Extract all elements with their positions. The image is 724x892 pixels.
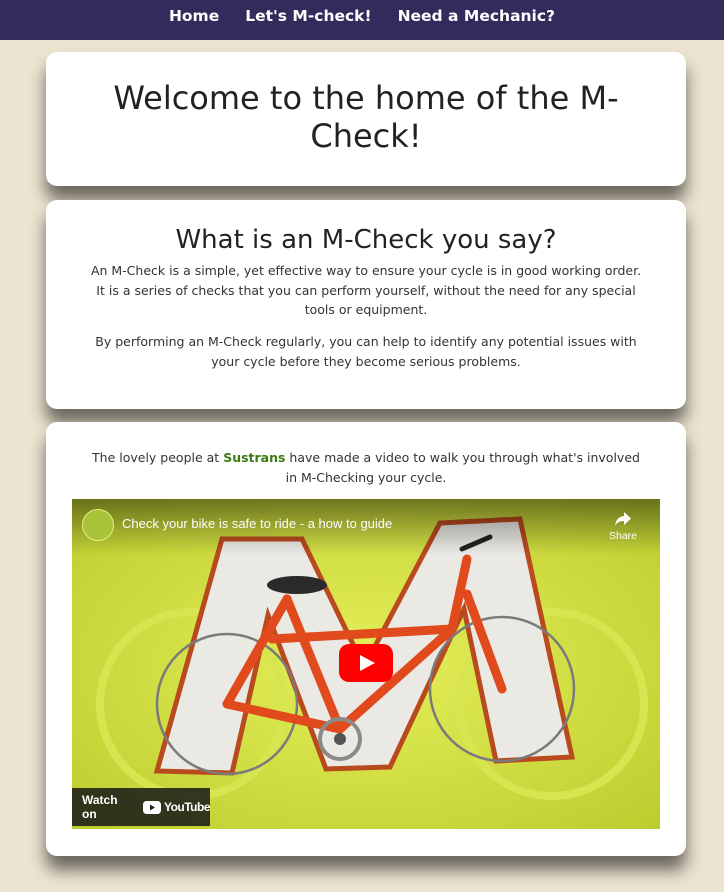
youtube-video-embed[interactable]: Check your bike is safe to ride - a how … bbox=[72, 499, 660, 829]
share-label: Share bbox=[608, 530, 638, 542]
play-icon[interactable] bbox=[339, 644, 393, 682]
about-card: What is an M-Check you say? An M-Check i… bbox=[46, 200, 686, 409]
hero-card: Welcome to the home of the M-Check! bbox=[46, 52, 686, 186]
youtube-icon bbox=[142, 800, 161, 814]
sustrans-link[interactable]: Sustrans bbox=[223, 450, 285, 465]
video-intro: The lovely people at Sustrans have made … bbox=[90, 448, 642, 487]
channel-logo[interactable] bbox=[82, 509, 114, 541]
about-title: What is an M-Check you say? bbox=[175, 225, 557, 255]
video-card: The lovely people at Sustrans have made … bbox=[46, 422, 686, 856]
share-icon bbox=[615, 512, 631, 526]
nav-need-a-mechanic[interactable]: Need a Mechanic? bbox=[398, 7, 556, 25]
nav-home[interactable]: Home bbox=[169, 7, 219, 25]
share-button[interactable]: Share bbox=[606, 511, 640, 542]
about-paragraph-1: An M-Check is a simple, yet effective wa… bbox=[90, 263, 642, 317]
youtube-wordmark: YouTube bbox=[163, 800, 211, 814]
video-intro-start: The lovely people at bbox=[92, 450, 224, 465]
nav-lets-m-check[interactable]: Let's M-check! bbox=[245, 7, 371, 25]
youtube-logo: YouTube bbox=[142, 800, 211, 814]
watch-on-youtube-button[interactable]: Watch on YouTube bbox=[72, 788, 211, 826]
page-title: Welcome to the home of the M-Check! bbox=[113, 79, 619, 155]
video-title[interactable]: Check your bike is safe to ride - a how … bbox=[122, 516, 392, 531]
about-paragraph-2: By performing an M-Check regularly, you … bbox=[95, 334, 637, 369]
watch-on-label: Watch on bbox=[82, 793, 118, 821]
video-intro-end: have made a video to walk you through wh… bbox=[285, 450, 640, 485]
main-navbar: Home Let's M-check! Need a Mechanic? bbox=[0, 0, 724, 40]
